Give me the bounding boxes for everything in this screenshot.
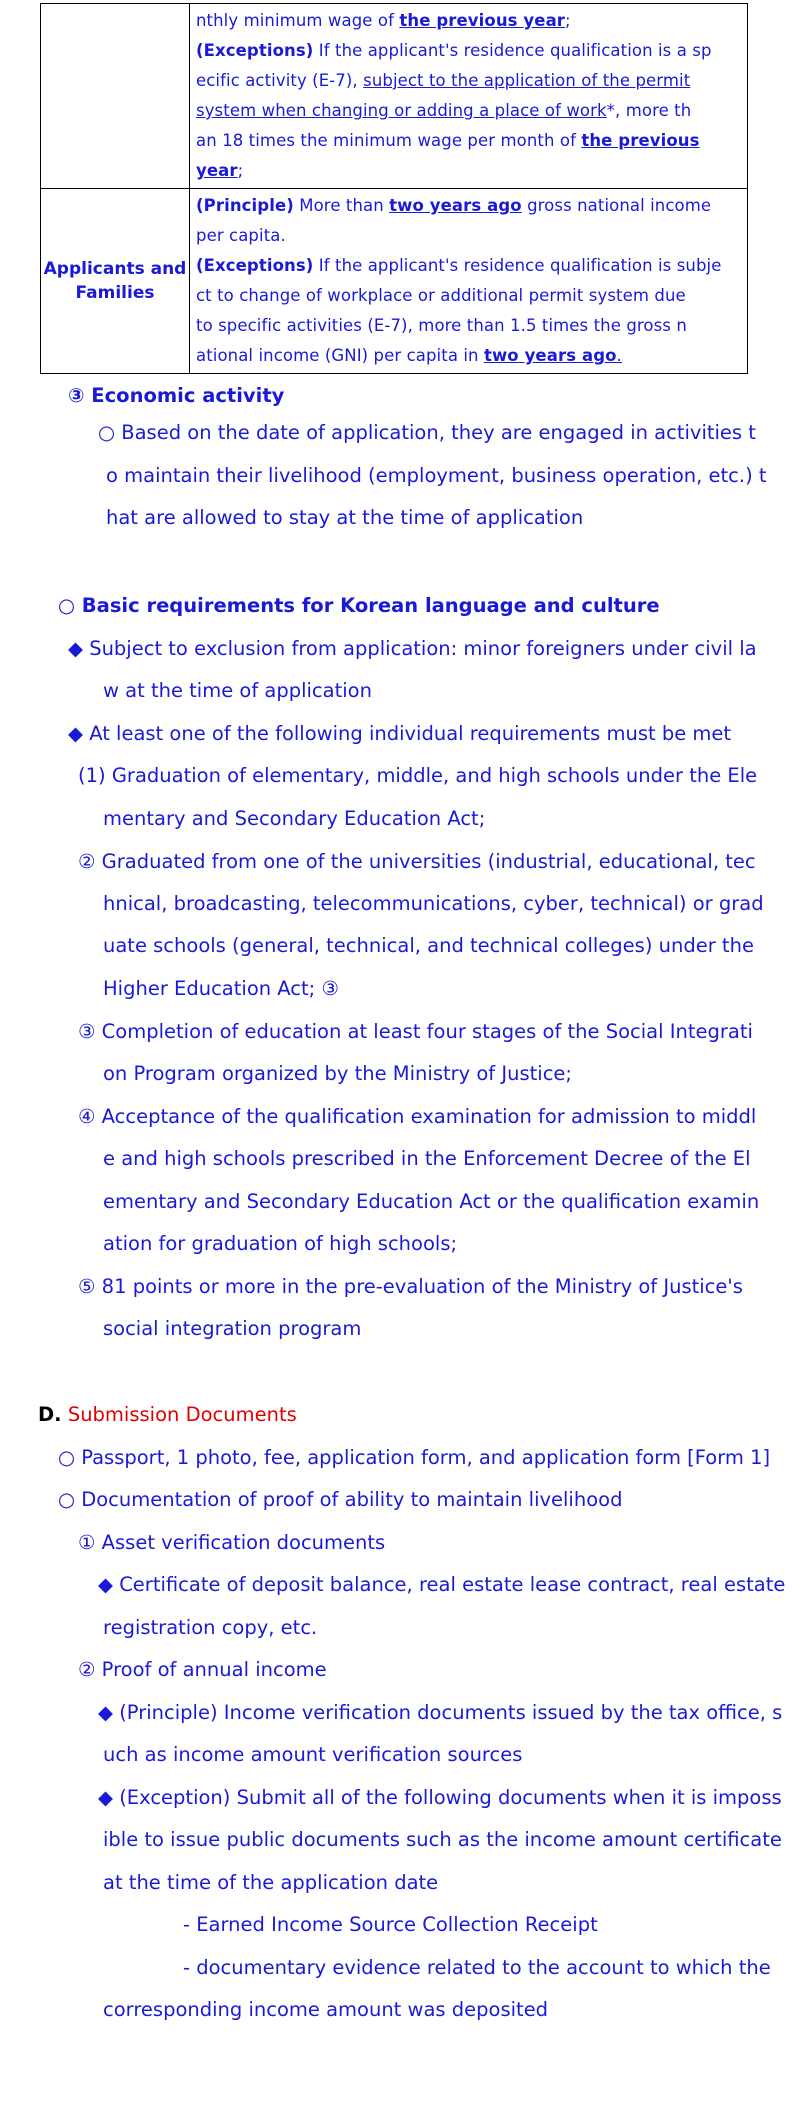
- requirement-item: uate schools (general, technical, and te…: [103, 934, 754, 957]
- proof-text: ○ Documentation of proof of ability to m…: [58, 1488, 623, 1511]
- table-cell-text: the previous: [581, 131, 700, 150]
- requirement-item: social integration program: [103, 1317, 362, 1340]
- exception-text: ible to issue public documents such as t…: [103, 1828, 782, 1851]
- table-cell-line: an 18 times the minimum wage per month o…: [196, 126, 743, 156]
- principle-text: ◆ (Principle) Income verification docume…: [98, 1701, 783, 1724]
- economic-activity-text: ○ Based on the date of application, they…: [98, 421, 756, 444]
- requirement-item: e and high schools prescribed in the Enf…: [103, 1147, 751, 1170]
- evidence-text: corresponding income amount was deposite…: [103, 1998, 549, 2021]
- table-cell-text: More than: [293, 196, 390, 215]
- table-cell-line: per capita.: [196, 221, 743, 251]
- table-cell-text: two years ago: [483, 346, 617, 365]
- principle-text: uch as income amount verification source…: [103, 1743, 523, 1766]
- passport-text: ○ Passport, 1 photo, fee, application fo…: [58, 1446, 771, 1469]
- table-cell-text: an 18 times the minimum wage per month o…: [196, 131, 582, 150]
- table-row-label-line: Families: [75, 283, 155, 303]
- requirement-item: hnical, broadcasting, telecommunications…: [103, 892, 764, 915]
- table-cell-text: ;: [237, 161, 244, 180]
- submission-heading: D. Submission Documents: [38, 1403, 297, 1426]
- table-row-content: nthly minimum wage of the previous year;…: [189, 3, 748, 189]
- income-heading: ② Proof of annual income: [78, 1658, 327, 1681]
- requirement-item: Higher Education Act; ③: [103, 977, 339, 1000]
- exception-text: at the time of the application date: [103, 1871, 439, 1894]
- table-row-label-line: Applicants and: [43, 259, 187, 279]
- table-cell-text: ecific activity (E-7),: [196, 71, 364, 90]
- table-row-label: Applicants and Families: [40, 188, 190, 374]
- table-cell-line: nthly minimum wage of the previous year;: [196, 6, 743, 36]
- asset-text: registration copy, etc.: [103, 1616, 318, 1639]
- requirement-item: ② Graduated from one of the universities…: [78, 850, 756, 873]
- table-cell-text: nthly minimum wage of: [196, 11, 400, 30]
- section-title: Submission Documents: [67, 1403, 297, 1426]
- asset-text: ◆ Certificate of deposit balance, real e…: [98, 1573, 786, 1596]
- table-cell-line: ecific activity (E-7), subject to the ap…: [196, 66, 743, 96]
- table-cell-text: ;: [565, 11, 571, 30]
- table-cell-line: (Exceptions) If the applicant's residenc…: [196, 36, 743, 66]
- requirement-item: mentary and Secondary Education Act;: [103, 807, 486, 830]
- table-cell-line: (Exceptions) If the applicant's residenc…: [196, 251, 743, 281]
- exclusion-text: ◆ Subject to exclusion from application:…: [68, 637, 757, 660]
- asset-heading: ① Asset verification documents: [78, 1531, 386, 1554]
- at-least-text: ◆ At least one of the following individu…: [68, 722, 732, 745]
- table-cell-text: ational income (GNI) per capita in: [196, 346, 484, 365]
- requirement-item: ation for graduation of high schools;: [103, 1232, 458, 1255]
- requirement-item: on Program organized by the Ministry of …: [103, 1062, 572, 1085]
- table-cell-text: ct to change of workplace or additional …: [196, 286, 686, 305]
- exclusion-text: w at the time of application: [103, 679, 372, 702]
- table-cell-text: subject to the application of the permit: [363, 71, 691, 90]
- requirements-table: nthly minimum wage of the previous year;…: [40, 3, 748, 374]
- requirement-item: ementary and Secondary Education Act or …: [103, 1190, 760, 1213]
- table-cell-text: (Exceptions): [196, 41, 314, 60]
- table-cell-text: per capita.: [196, 226, 286, 245]
- table-cell-text: gross national income: [521, 196, 712, 215]
- table-cell-text: to specific activities (E-7), more than …: [196, 316, 687, 335]
- requirement-item: ⑤ 81 points or more in the pre-evaluatio…: [78, 1275, 743, 1298]
- table-cell-line: ct to change of workplace or additional …: [196, 281, 743, 311]
- economic-activity-heading: ③ Economic activity: [68, 384, 285, 407]
- table-cell-text: *, more th: [606, 101, 692, 120]
- economic-activity-text: hat are allowed to stay at the time of a…: [106, 506, 584, 529]
- table-cell-line: to specific activities (E-7), more than …: [196, 311, 743, 341]
- table-cell-text: If the applicant's residence qualificati…: [313, 41, 712, 60]
- section-prefix: D.: [38, 1403, 62, 1426]
- table-cell-line: ational income (GNI) per capita in two y…: [196, 341, 743, 371]
- table-row: Applicants and Families (Principle) More …: [40, 188, 748, 374]
- table-cell-text: (Exceptions): [196, 256, 314, 275]
- requirement-item: ④ Acceptance of the qualification examin…: [78, 1105, 757, 1128]
- requirement-item: (1) Graduation of elementary, middle, an…: [78, 764, 758, 787]
- table-row-content: (Principle) More than two years ago gros…: [189, 188, 748, 374]
- table-cell-text: the previous year: [399, 11, 566, 30]
- table-cell-text: system when changing or adding a place o…: [196, 101, 607, 120]
- table-cell-line: system when changing or adding a place o…: [196, 96, 743, 126]
- table-row-label: [40, 3, 190, 189]
- evidence-text: - documentary evidence related to the ac…: [183, 1956, 771, 1979]
- table-cell-text: (Principle): [196, 196, 294, 215]
- receipt-text: - Earned Income Source Collection Receip…: [183, 1913, 598, 1936]
- table-cell-line: year;: [196, 156, 743, 186]
- table-row: nthly minimum wage of the previous year;…: [40, 3, 748, 189]
- korean-requirements-heading: ○ Basic requirements for Korean language…: [58, 594, 660, 617]
- economic-activity-text: o maintain their livelihood (employment,…: [106, 464, 767, 487]
- table-cell-text: year: [196, 161, 238, 180]
- table-cell-line: (Principle) More than two years ago gros…: [196, 191, 743, 221]
- table-cell-text: two years ago: [389, 196, 522, 215]
- table-cell-text: If the applicant's residence qualificati…: [313, 256, 722, 275]
- requirement-item: ③ Completion of education at least four …: [78, 1020, 753, 1043]
- exception-text: ◆ (Exception) Submit all of the followin…: [98, 1786, 782, 1809]
- table-cell-text: .: [616, 346, 622, 365]
